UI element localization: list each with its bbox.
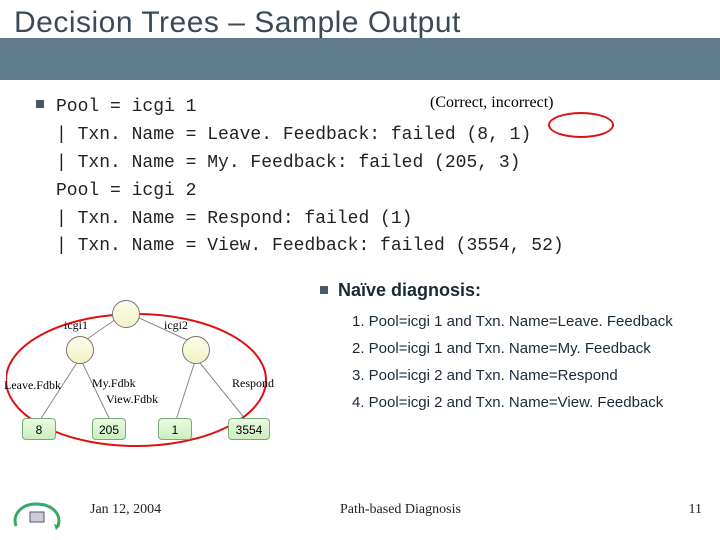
diagnosis-item: 4. Pool=icgi 2 and Txn. Name=View. Feedb… — [352, 389, 673, 416]
logo-icon — [8, 496, 66, 532]
code-block: Pool = icgi 1 | Txn. Name = Leave. Feedb… — [56, 94, 676, 261]
diagnosis-item: 2. Pool=icgi 1 and Txn. Name=My. Feedbac… — [352, 335, 673, 362]
tree-leaf: 205 — [92, 418, 126, 440]
tree-edge-respond: Respond — [232, 376, 274, 391]
code-line: | Txn. Name = Leave. Feedback: failed (8… — [56, 122, 676, 150]
slide-title: Decision Trees – Sample Output — [14, 6, 461, 40]
decision-tree-diagram: icgi1 icgi2 Leave.Fdbk My.Fdbk View.Fdbk… — [6, 300, 306, 470]
diagnosis-item: 3. Pool=icgi 2 and Txn. Name=Respond — [352, 362, 673, 389]
diagnosis-item: 1. Pool=icgi 1 and Txn. Name=Leave. Feed… — [352, 308, 673, 335]
tree-root-node — [112, 300, 140, 328]
tree-label-icgi1: icgi1 — [64, 318, 88, 333]
page-number: 11 — [689, 502, 702, 518]
tree-label-icgi2: icgi2 — [164, 318, 188, 333]
tree-leaf: 8 — [22, 418, 56, 440]
slide: Decision Trees – Sample Output (Correct,… — [0, 0, 720, 540]
tree-node — [66, 336, 94, 364]
diagnosis-list: 1. Pool=icgi 1 and Txn. Name=Leave. Feed… — [352, 308, 673, 416]
footer-date: Jan 12, 2004 — [90, 502, 161, 518]
title-bar — [0, 38, 720, 80]
tree-edge-my: My.Fdbk — [92, 376, 136, 391]
tree-node — [182, 336, 210, 364]
code-line: | Txn. Name = Respond: failed (1) — [56, 206, 676, 234]
tree-edge-view: View.Fdbk — [106, 392, 158, 407]
naive-heading-text: Naïve diagnosis: — [338, 280, 481, 300]
code-line: Pool = icgi 2 — [56, 178, 676, 206]
code-line: | Txn. Name = My. Feedback: failed (205,… — [56, 150, 676, 178]
bullet-square-icon — [36, 100, 44, 108]
tree-edge-leave: Leave.Fdbk — [4, 378, 61, 393]
footer-title: Path-based Diagnosis — [340, 502, 461, 518]
naive-diagnosis-heading: Naïve diagnosis: — [320, 280, 481, 301]
code-line: Pool = icgi 1 — [56, 94, 676, 122]
code-line: | Txn. Name = View. Feedback: failed (35… — [56, 233, 676, 261]
bullet-square-icon — [320, 286, 328, 294]
tree-leaf: 1 — [158, 418, 192, 440]
tree-leaf: 3554 — [228, 418, 270, 440]
